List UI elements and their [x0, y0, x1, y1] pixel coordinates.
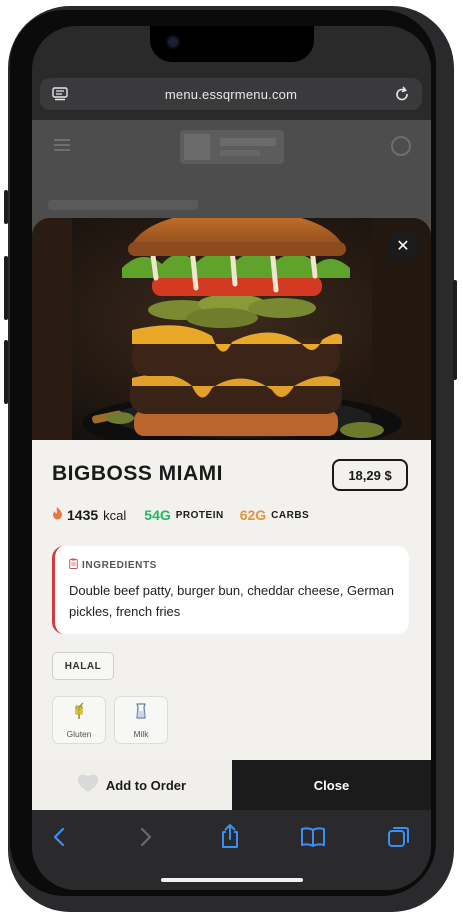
url-text: menu.essqrmenu.com [164, 86, 298, 102]
home-indicator [161, 878, 303, 882]
product-modal: ✕ BIGBOSS MIAMI 18,29 $ 1435 kcal 54G PR… [32, 218, 431, 810]
reader-icon[interactable] [52, 86, 68, 105]
carbs-label: CARBS [271, 509, 310, 521]
reload-icon[interactable] [394, 85, 410, 106]
protein-value: 54G [144, 507, 171, 523]
front-camera [166, 35, 180, 49]
add-to-order-button[interactable]: Add to Order [32, 760, 232, 810]
forward-icon[interactable] [139, 826, 153, 853]
url-bar[interactable]: menu.essqrmenu.com [40, 78, 422, 110]
clipboard-icon [69, 558, 78, 572]
ingredients-heading: INGREDIENTS [82, 559, 157, 571]
add-to-order-label: Add to Order [105, 777, 187, 793]
halal-tag: HALAL [52, 652, 114, 680]
ingredients-card: INGREDIENTS Double beef patty, burger bu… [52, 546, 409, 634]
calories-unit: kcal [103, 507, 127, 523]
breadcrumb [48, 200, 198, 210]
wheat-icon [70, 702, 88, 725]
ingredients-header: INGREDIENTS [69, 558, 157, 572]
allergen-label: Gluten [66, 728, 92, 739]
close-button[interactable]: Close [232, 760, 431, 810]
close-icon: ✕ [396, 238, 410, 255]
price-badge: 18,29 $ [332, 459, 408, 491]
calories-value: 1435 [67, 507, 99, 523]
action-bar: Add to Order Close [32, 760, 431, 810]
volume-up-button [4, 256, 8, 320]
protein-label: PROTEIN [175, 509, 224, 521]
ingredients-text: Double beef patty, burger bun, cheddar c… [69, 583, 394, 619]
product-title: BIGBOSS MIAMI [52, 462, 224, 485]
share-icon[interactable] [219, 823, 241, 854]
product-image [32, 218, 431, 440]
nutrition-row: 1435 kcal 54G PROTEIN 62G CARBS [52, 507, 309, 523]
back-icon[interactable] [52, 826, 66, 853]
dynamic-island [150, 26, 314, 62]
volume-down-button [4, 340, 8, 404]
heart-icon [77, 773, 99, 796]
close-label: Close [313, 777, 350, 793]
allergen-milk: Milk [114, 696, 168, 744]
bookmarks-icon[interactable] [300, 826, 326, 853]
power-button [453, 280, 457, 380]
search-icon [391, 136, 411, 156]
allergen-gluten: Gluten [52, 696, 106, 744]
flame-icon [52, 507, 63, 523]
milk-icon [132, 702, 150, 725]
screen: menu.essqrmenu.com ✕ BIGBOSS MIAMI 18,29… [32, 26, 431, 890]
allergen-label: Milk [133, 728, 149, 739]
hamburger-icon [54, 138, 70, 151]
carbs-value: 62G [239, 507, 267, 523]
restaurant-logo [180, 130, 284, 164]
close-modal-button[interactable]: ✕ [387, 230, 419, 262]
mute-switch [4, 190, 8, 224]
tabs-icon[interactable] [387, 825, 411, 854]
